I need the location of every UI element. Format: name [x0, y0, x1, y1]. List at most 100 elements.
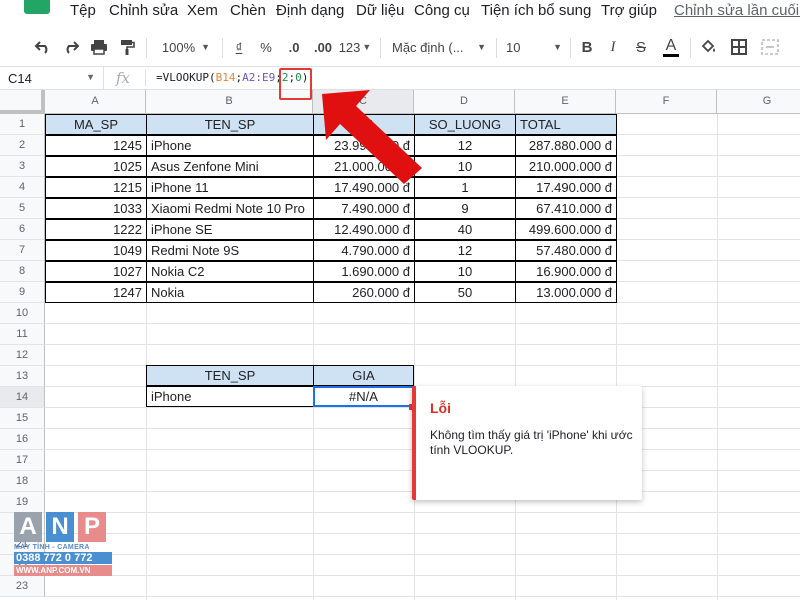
menu-data[interactable]: Dữ liệu	[356, 2, 404, 19]
paint-format-icon[interactable]	[116, 34, 138, 60]
menu-edit[interactable]: Chỉnh sửa	[109, 2, 178, 19]
so-luong-cell[interactable]: 10	[414, 261, 516, 282]
ten-sp-cell[interactable]: Asus Zenfone Mini	[146, 156, 314, 177]
total-cell[interactable]: 499.600.000 đ	[515, 219, 617, 240]
ten-sp-cell[interactable]: Xiaomi Redmi Note 10 Pro	[146, 198, 314, 219]
menu-tools[interactable]: Công cụ	[414, 2, 470, 19]
gia-cell[interactable]: 12.490.000 đ	[313, 219, 415, 240]
bold-button[interactable]: B	[578, 34, 596, 60]
table-header-so-luong[interactable]: SO_LUONG	[414, 114, 516, 135]
row-header[interactable]: 13	[0, 366, 45, 387]
ten-sp-cell[interactable]: Nokia C2	[146, 261, 314, 282]
total-cell[interactable]: 57.480.000 đ	[515, 240, 617, 261]
column-header-e[interactable]: E	[515, 90, 616, 114]
so-luong-cell[interactable]: 40	[414, 219, 516, 240]
decrease-decimal-button[interactable]: .0	[282, 34, 306, 60]
lookup-name-cell[interactable]: iPhone	[146, 386, 314, 407]
row-header[interactable]: 6	[0, 219, 45, 240]
row-header[interactable]: 8	[0, 261, 45, 282]
zoom-select[interactable]: 100% ▼	[156, 34, 216, 60]
borders-icon[interactable]	[728, 34, 750, 60]
merge-cells-icon[interactable]	[758, 34, 782, 60]
print-icon[interactable]	[88, 34, 110, 60]
column-header-d[interactable]: D	[414, 90, 515, 114]
gia-cell[interactable]: 4.790.000 đ	[313, 240, 415, 261]
row-header[interactable]: 4	[0, 177, 45, 198]
row-header[interactable]: 18	[0, 471, 45, 492]
so-luong-cell[interactable]: 50	[414, 282, 516, 303]
gia-cell[interactable]: 260.000 đ	[313, 282, 415, 303]
last-edit-link[interactable]: Chỉnh sửa lần cuối v	[674, 2, 800, 19]
row-header[interactable]: 10	[0, 303, 45, 324]
lookup-result-cell[interactable]: #N/A	[313, 386, 414, 407]
table-header-total[interactable]: TOTAL	[515, 114, 617, 135]
so-luong-cell[interactable]: 12	[414, 240, 516, 261]
ma-sp-cell[interactable]: 1245	[45, 135, 147, 156]
menu-view[interactable]: Xem	[187, 2, 218, 19]
increase-decimal-button[interactable]: .00	[310, 34, 336, 60]
row-header[interactable]: 9	[0, 282, 45, 303]
row-header[interactable]: 2	[0, 135, 45, 156]
column-header-g[interactable]: G	[717, 90, 800, 114]
lookup-header-gia[interactable]: GIA	[313, 365, 414, 386]
ma-sp-cell[interactable]: 1027	[45, 261, 147, 282]
column-header-f[interactable]: F	[616, 90, 717, 114]
redo-icon[interactable]	[60, 34, 82, 60]
name-box[interactable]: C14 ▼	[0, 67, 104, 89]
ten-sp-cell[interactable]: Nokia	[146, 282, 314, 303]
select-all-corner[interactable]	[0, 90, 45, 114]
percent-button[interactable]: %	[256, 34, 276, 60]
font-size-select[interactable]: 10 ▼	[506, 34, 562, 60]
so-luong-cell[interactable]: 10	[414, 156, 516, 177]
strikethrough-button[interactable]: S	[632, 34, 650, 60]
text-color-button[interactable]: A	[660, 34, 682, 60]
ma-sp-cell[interactable]: 1033	[45, 198, 147, 219]
ten-sp-cell[interactable]: Redmi Note 9S	[146, 240, 314, 261]
row-header[interactable]: 19	[0, 492, 45, 513]
row-header[interactable]: 5	[0, 198, 45, 219]
total-cell[interactable]: 16.900.000 đ	[515, 261, 617, 282]
ma-sp-cell[interactable]: 1025	[45, 156, 147, 177]
row-header[interactable]: 12	[0, 345, 45, 366]
total-cell[interactable]: 287.880.000 đ	[515, 135, 617, 156]
menu-file[interactable]: Tệp	[70, 2, 96, 19]
currency-button[interactable]: ₫	[230, 34, 248, 60]
undo-icon[interactable]	[32, 34, 54, 60]
lookup-header-ten-sp[interactable]: TEN_SP	[146, 365, 314, 386]
italic-button[interactable]: I	[604, 34, 622, 60]
row-header[interactable]: 11	[0, 324, 45, 345]
table-header-ma-sp[interactable]: MA_SP	[45, 114, 147, 135]
gia-cell[interactable]: 7.490.000 đ	[313, 198, 415, 219]
so-luong-cell[interactable]: 9	[414, 198, 516, 219]
row-header[interactable]: 17	[0, 450, 45, 471]
so-luong-cell[interactable]: 12	[414, 135, 516, 156]
row-header[interactable]: 16	[0, 429, 45, 450]
ma-sp-cell[interactable]: 1215	[45, 177, 147, 198]
so-luong-cell[interactable]: 1	[414, 177, 516, 198]
ma-sp-cell[interactable]: 1247	[45, 282, 147, 303]
menu-help[interactable]: Trợ giúp	[601, 2, 657, 19]
total-cell[interactable]: 210.000.000 đ	[515, 156, 617, 177]
menu-addons[interactable]: Tiện ích bổ sung	[481, 2, 591, 19]
row-header[interactable]: 3	[0, 156, 45, 177]
total-cell[interactable]: 67.410.000 đ	[515, 198, 617, 219]
row-header[interactable]: 7	[0, 240, 45, 261]
row-header[interactable]: 15	[0, 408, 45, 429]
fill-color-icon[interactable]	[698, 34, 720, 60]
ma-sp-cell[interactable]: 1049	[45, 240, 147, 261]
total-cell[interactable]: 17.490.000 đ	[515, 177, 617, 198]
menu-insert[interactable]: Chèn	[230, 2, 266, 19]
sheets-logo-icon[interactable]	[24, 0, 50, 14]
menu-format[interactable]: Định dạng	[276, 2, 344, 19]
ma-sp-cell[interactable]: 1222	[45, 219, 147, 240]
font-select[interactable]: Mặc định (... ▼	[392, 34, 486, 60]
row-header[interactable]: 1	[0, 114, 45, 135]
ten-sp-cell[interactable]: iPhone 11	[146, 177, 314, 198]
ten-sp-cell[interactable]: iPhone	[146, 135, 314, 156]
ten-sp-cell[interactable]: iPhone SE	[146, 219, 314, 240]
column-header-a[interactable]: A	[45, 90, 146, 114]
more-formats-button[interactable]: 123 ▼	[338, 34, 372, 60]
row-header[interactable]: 14	[0, 387, 45, 408]
gia-cell[interactable]: 1.690.000 đ	[313, 261, 415, 282]
table-header-ten-sp[interactable]: TEN_SP	[146, 114, 314, 135]
